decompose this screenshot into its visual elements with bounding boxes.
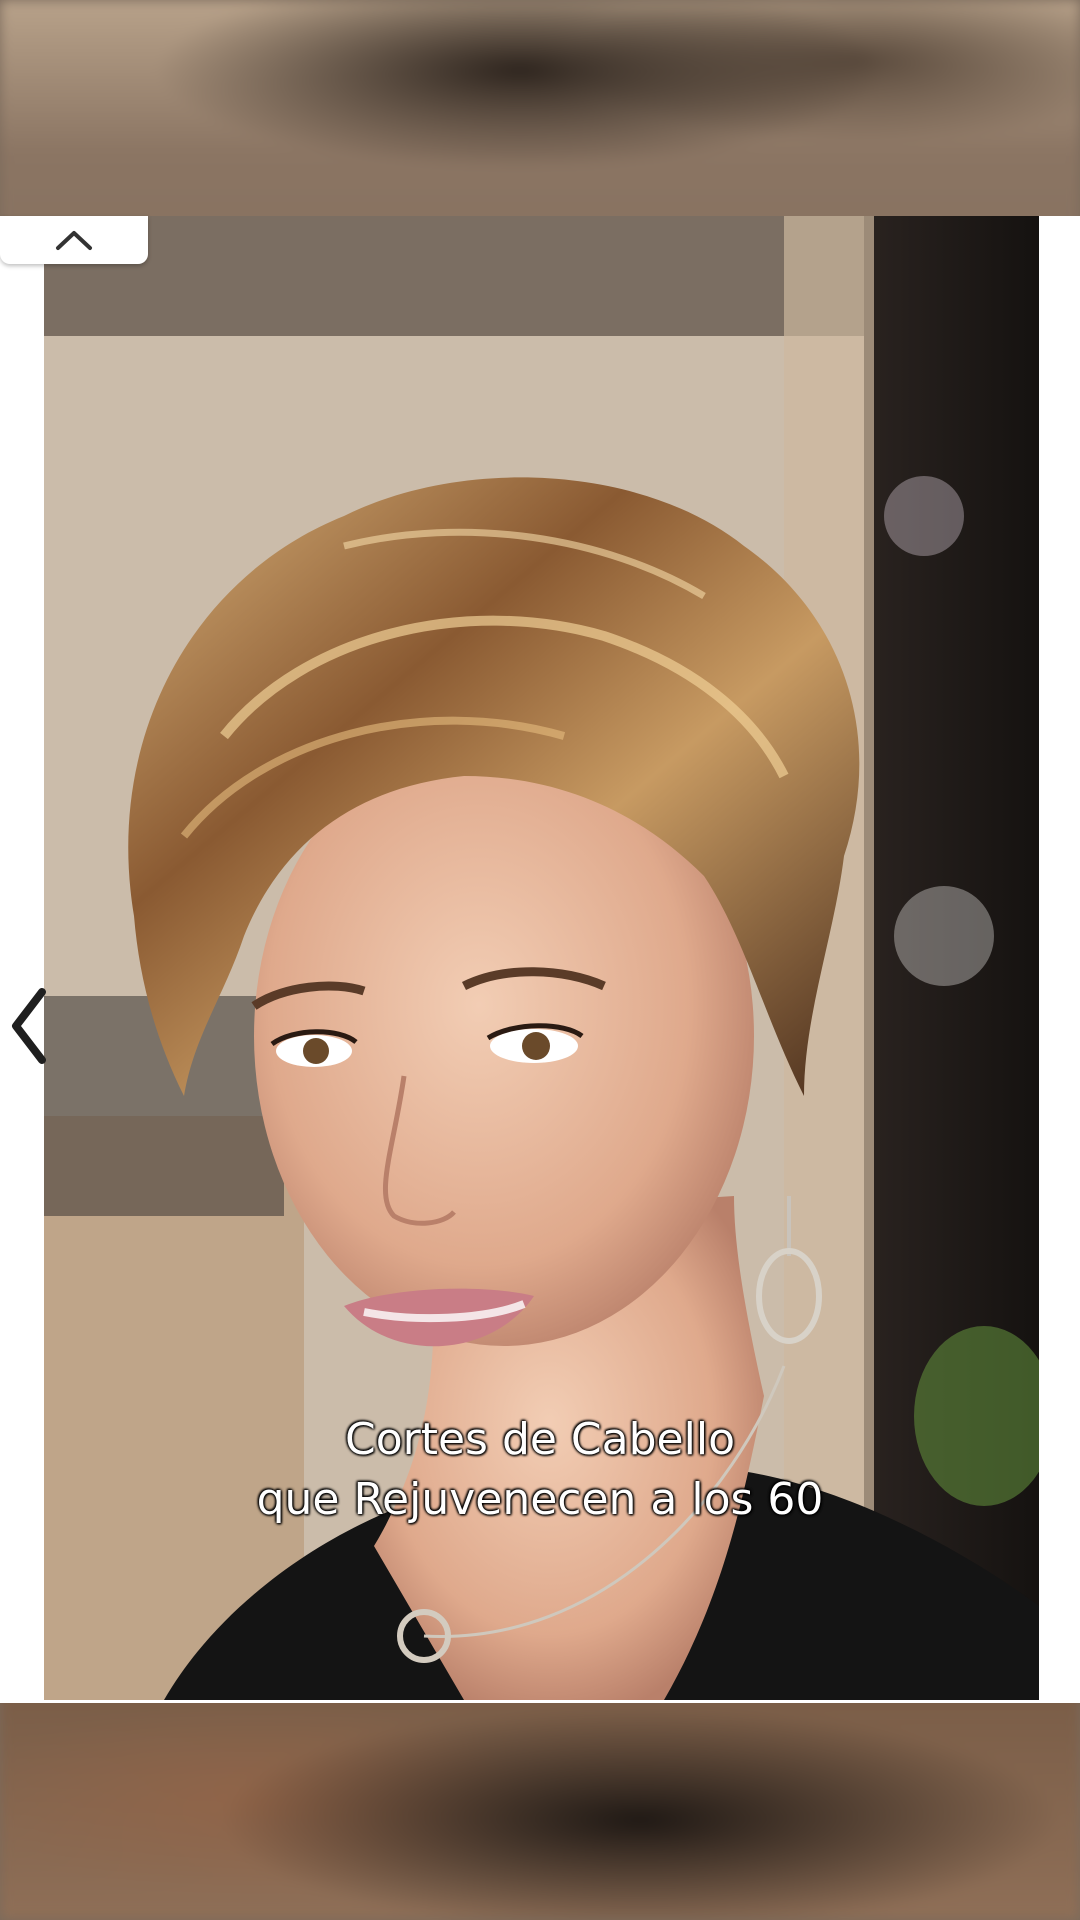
video-caption: Cortes de Cabello que Rejuvenecen a los … (0, 1410, 1080, 1530)
caption-line-1: Cortes de Cabello (344, 1414, 735, 1465)
chevron-up-icon (56, 231, 92, 250)
collapse-button[interactable] (0, 216, 148, 264)
caption-line-2: que Rejuvenecen a los 60 (256, 1474, 824, 1525)
chevron-left-icon (12, 988, 46, 1064)
previous-button[interactable] (6, 984, 50, 1068)
